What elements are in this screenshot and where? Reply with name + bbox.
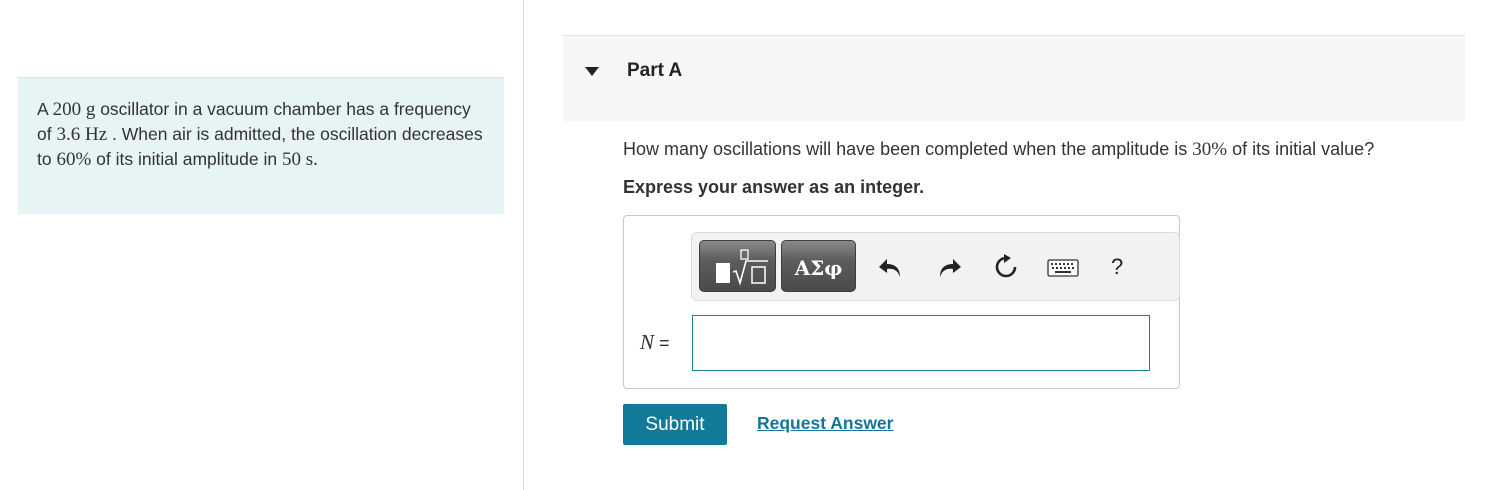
question-percent: 30%: [1192, 139, 1228, 160]
frequency-value: 3.6: [56, 124, 81, 145]
greek-symbols-button[interactable]: ΑΣφ: [781, 240, 856, 292]
panel-divider: [523, 0, 524, 490]
request-answer-link[interactable]: Request Answer: [757, 413, 893, 434]
frequency-unit: Hz: [80, 124, 108, 145]
problem-statement: A 200 g oscillator in a vacuum chamber h…: [18, 77, 504, 214]
time-unit: s: [300, 149, 314, 170]
reset-icon[interactable]: [993, 254, 1019, 280]
time-value: 50: [281, 149, 301, 170]
mass-unit: g: [81, 99, 96, 120]
math-toolbar: ΑΣφ ?: [691, 232, 1180, 301]
problem-text: of its initial amplitude in: [91, 149, 282, 169]
undo-icon[interactable]: [878, 257, 904, 279]
variable-symbol: N: [640, 330, 655, 354]
problem-text: A: [37, 99, 53, 119]
caret-down-icon[interactable]: [585, 67, 599, 76]
submit-button[interactable]: Submit: [623, 404, 727, 445]
question-text-part: of its initial value?: [1227, 139, 1375, 159]
answer-variable-label: N =: [640, 330, 670, 355]
question-text-part: How many oscillations will have been com…: [623, 139, 1193, 159]
problem-text: .: [313, 149, 318, 170]
equals-sign: =: [654, 333, 670, 353]
part-title: Part A: [627, 60, 683, 81]
greek-label: ΑΣφ: [794, 256, 843, 280]
amplitude-percent: 60%: [56, 149, 92, 170]
answer-instruction: Express your answer as an integer.: [623, 177, 925, 197]
mass-value: 200: [52, 99, 82, 120]
part-a-header[interactable]: Part A: [563, 35, 1465, 121]
question-text: How many oscillations will have been com…: [623, 139, 1374, 161]
templates-sqrt-icon: [716, 249, 768, 286]
templates-button[interactable]: [699, 240, 776, 292]
help-button[interactable]: ?: [1111, 254, 1123, 280]
keyboard-icon[interactable]: [1047, 259, 1079, 277]
answer-input[interactable]: [692, 315, 1150, 371]
redo-icon[interactable]: [936, 257, 962, 279]
